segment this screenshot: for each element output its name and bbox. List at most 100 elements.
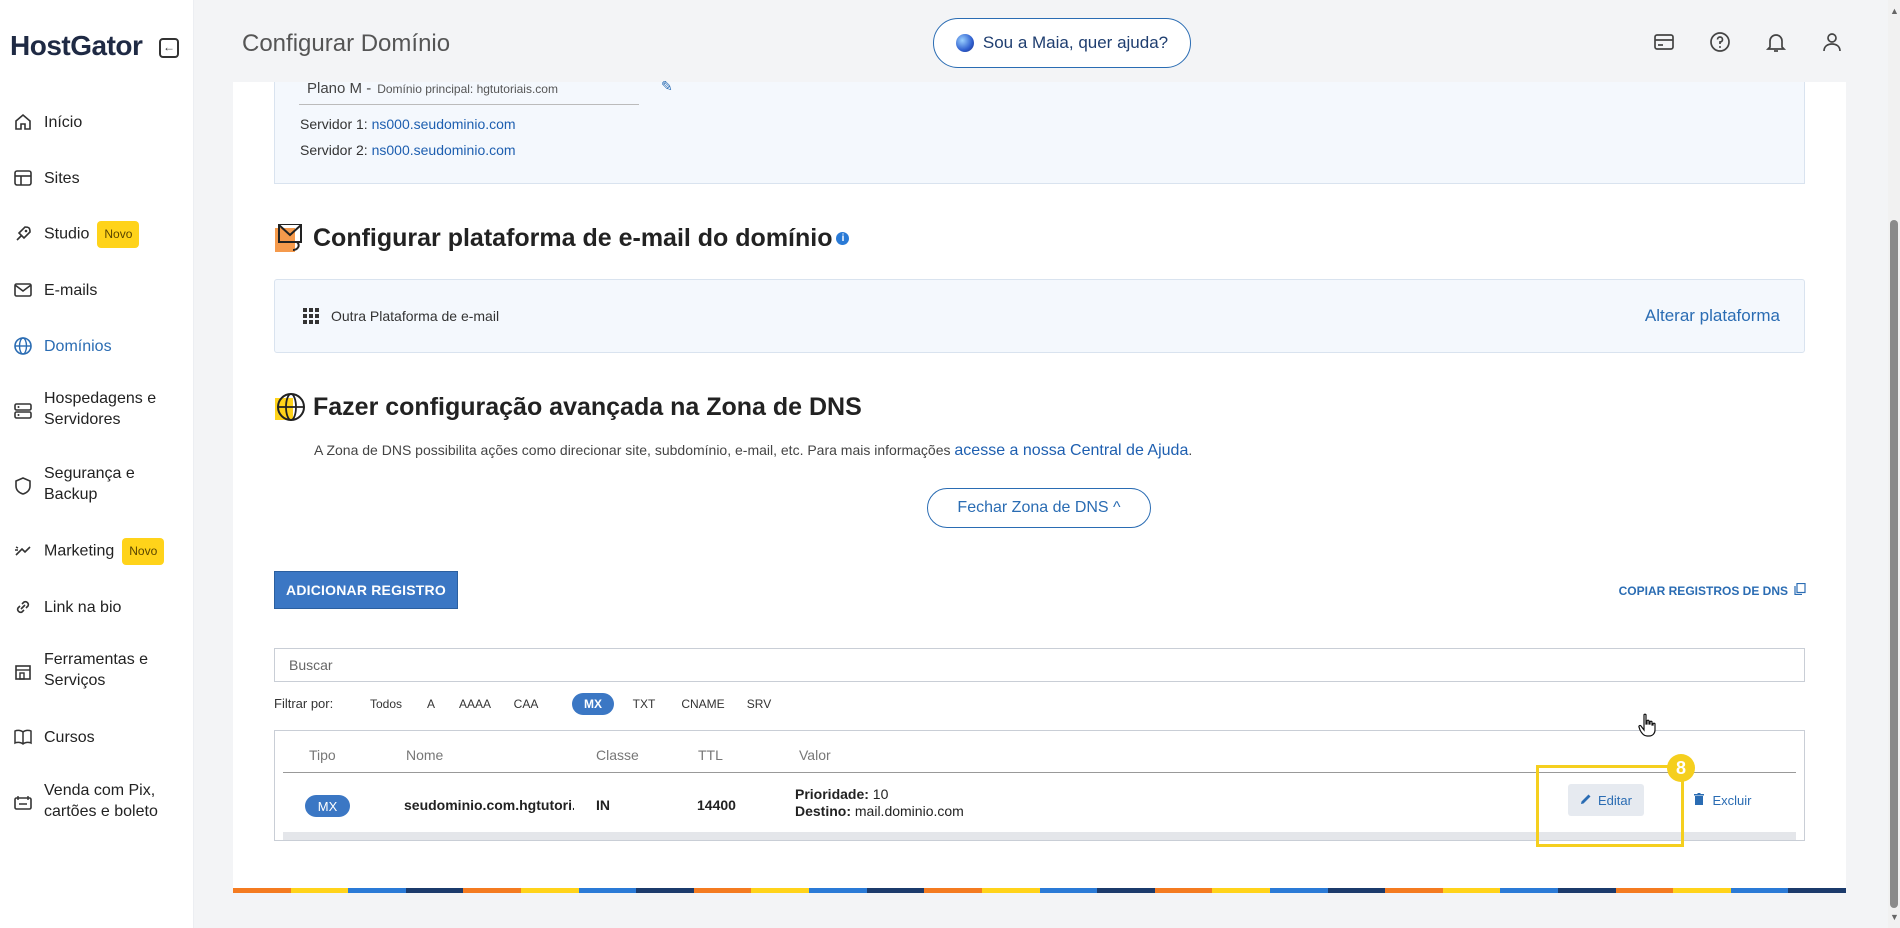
plan-label: Plano M - xyxy=(307,80,372,97)
delete-record-label: Excluir xyxy=(1712,792,1752,808)
sidebar-item-seguranca[interactable]: Segurança e Backup xyxy=(0,463,194,509)
column-header-tipo: Tipo xyxy=(309,747,336,763)
scroll-down-icon[interactable]: ▼ xyxy=(1890,912,1899,922)
record-destination: Destino: mail.dominio.com xyxy=(795,803,964,819)
filter-srv[interactable]: SRV xyxy=(740,693,778,715)
filter-mx[interactable]: MX xyxy=(572,693,614,715)
sidebar-item-label: Sites xyxy=(44,169,80,187)
edit-plan-icon[interactable]: ✎ xyxy=(661,78,673,95)
dns-section-title: Fazer configuração avançada na Zona de D… xyxy=(313,393,862,421)
sidebar-item-label: Venda com Pix, xyxy=(44,782,156,799)
copy-icon xyxy=(1794,582,1806,598)
search-input[interactable] xyxy=(274,648,1805,682)
dns-description-text: A Zona de DNS possibilita ações como dir… xyxy=(314,442,955,458)
sidebar-item-label: Domínios xyxy=(44,337,112,355)
filter-aaaa[interactable]: AAAA xyxy=(453,693,497,715)
sidebar-item-label: Marketing xyxy=(44,542,115,560)
sidebar-item-link-na-bio[interactable]: Link na bio xyxy=(0,595,194,619)
copy-dns-records-link[interactable]: COPIAR REGISTROS DE DNS xyxy=(1619,582,1806,598)
sidebar-item-dominios[interactable]: Domínios xyxy=(0,334,194,358)
sidebar-item-label: Link na bio xyxy=(44,598,122,616)
column-header-nome: Nome xyxy=(406,747,444,763)
sidebar: HostGator ← Início Sites Studio Novo E-m… xyxy=(0,0,194,928)
mail-icon xyxy=(12,279,34,301)
record-priority: Prioridade: 10 xyxy=(795,786,888,802)
help-center-link[interactable]: acesse a nossa Central de Ajuda xyxy=(954,442,1188,459)
new-badge: Novo xyxy=(122,537,165,565)
topbar: Configurar Domínio Sou a Maia, quer ajud… xyxy=(195,0,1900,82)
sidebar-item-venda-pix[interactable]: Venda com Pix, cartões e boleto xyxy=(0,780,194,826)
record-name: seudominio.com.hgtutori... xyxy=(404,797,574,813)
vertical-scrollbar[interactable]: ▲ ▼ xyxy=(1888,0,1900,928)
destination-value: mail.dominio.com xyxy=(854,803,964,819)
dns-description: A Zona de DNS possibilita ações como dir… xyxy=(314,442,1192,460)
page-title: Configurar Domínio xyxy=(242,30,451,57)
record-ttl: 14400 xyxy=(697,797,736,813)
column-header-classe: Classe xyxy=(596,747,639,763)
sidebar-item-ferramentas[interactable]: Ferramentas e Serviços xyxy=(0,649,194,695)
help-icon[interactable] xyxy=(1708,30,1732,54)
main-content: Plano M - Domínio principal: hgtutoriais.… xyxy=(233,78,1846,888)
column-header-ttl: TTL xyxy=(698,747,723,763)
destination-label: Destino: xyxy=(795,803,851,819)
filter-caa[interactable]: CAA xyxy=(507,693,545,715)
layout-icon xyxy=(12,167,34,189)
email-platform-label: Outra Plataforma de e-mail xyxy=(331,308,500,324)
sidebar-item-hospedagens[interactable]: Hospedagens e Servidores xyxy=(0,388,194,434)
sidebar-item-marketing[interactable]: Marketing Novo xyxy=(0,537,194,565)
server-2-value[interactable]: ns000.seudominio.com xyxy=(372,142,516,158)
plan-domain: Domínio principal: hgtutoriais.com xyxy=(377,82,558,96)
sidebar-item-emails[interactable]: E-mails xyxy=(0,278,194,302)
bell-icon[interactable] xyxy=(1764,30,1788,54)
rocket-icon xyxy=(12,223,34,245)
sidebar-item-studio[interactable]: Studio Novo xyxy=(0,220,194,248)
scrollbar-thumb[interactable] xyxy=(1890,220,1898,908)
sparkle-arrow-icon xyxy=(12,540,34,562)
filter-todos[interactable]: Todos xyxy=(363,693,409,715)
server-icon xyxy=(12,400,34,422)
server-info-box: Plano M - Domínio principal: hgtutoriais.… xyxy=(274,78,1805,184)
hostgator-logo[interactable]: HostGator xyxy=(10,30,143,62)
sidebar-item-label: Hospedagens e xyxy=(44,390,157,407)
book-icon xyxy=(12,726,34,748)
sidebar-item-label: Backup xyxy=(44,486,98,503)
card-icon[interactable] xyxy=(1652,30,1676,54)
grid-icon xyxy=(303,308,319,324)
user-icon[interactable] xyxy=(1820,30,1844,54)
filter-txt[interactable]: TXT xyxy=(626,693,662,715)
scroll-up-icon[interactable]: ▲ xyxy=(1890,6,1899,16)
change-platform-link[interactable]: Alterar plataforma xyxy=(1645,306,1780,326)
sidebar-item-inicio[interactable]: Início xyxy=(0,110,194,134)
email-section-title: Configurar plataforma de e-mail do domín… xyxy=(313,224,850,253)
sidebar-item-label: Ferramentas e xyxy=(44,651,149,668)
email-platform-box: Outra Plataforma de e-mail Alterar plata… xyxy=(274,279,1805,353)
sidebar-item-label: Início xyxy=(44,113,83,131)
collapse-sidebar-icon[interactable]: ← xyxy=(159,38,179,58)
filter-a[interactable]: A xyxy=(419,693,443,715)
maia-help-label: Sou a Maia, quer ajuda? xyxy=(982,33,1169,52)
server-1-label: Servidor 1: xyxy=(300,116,368,132)
record-class: IN xyxy=(596,797,610,813)
sidebar-item-label: Segurança e xyxy=(44,465,135,482)
hand-cursor-icon xyxy=(1638,713,1656,742)
server-2: Servidor 2: ns000.seudominio.com xyxy=(300,142,516,158)
link-icon xyxy=(12,596,34,618)
home-icon xyxy=(12,111,34,133)
add-record-button[interactable]: ADICIONAR REGISTRO xyxy=(274,571,458,609)
divider xyxy=(299,104,639,105)
server-2-label: Servidor 2: xyxy=(300,142,368,158)
info-icon[interactable]: i xyxy=(836,232,850,245)
maia-help-button[interactable]: Sou a Maia, quer ajuda? xyxy=(933,18,1191,68)
close-dns-zone-button[interactable]: Fechar Zona de DNS ^ xyxy=(927,488,1151,528)
dns-description-suffix: . xyxy=(1188,442,1193,458)
filter-cname[interactable]: CNAME xyxy=(675,693,731,715)
delete-record-button[interactable]: Excluir xyxy=(1685,784,1761,816)
server-1-value[interactable]: ns000.seudominio.com xyxy=(372,116,516,132)
dns-globe-icon xyxy=(275,392,305,422)
tutorial-step-badge: 8 xyxy=(1667,754,1695,782)
sidebar-item-cursos[interactable]: Cursos xyxy=(0,725,194,749)
store-icon xyxy=(12,661,34,683)
sidebar-item-label: E-mails xyxy=(44,281,98,299)
plan-line: Plano M - Domínio principal: hgtutoriais.… xyxy=(307,80,558,97)
sidebar-item-sites[interactable]: Sites xyxy=(0,166,194,190)
